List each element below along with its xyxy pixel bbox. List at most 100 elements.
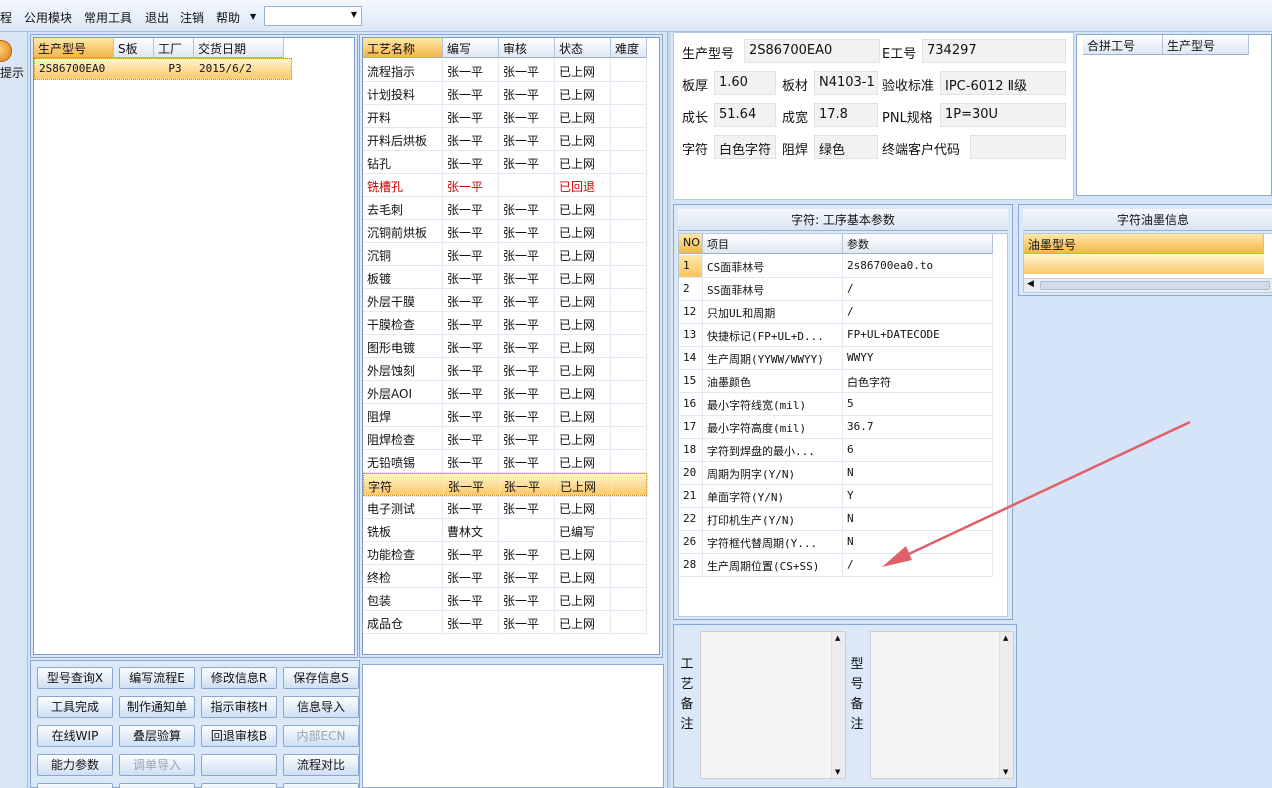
notes-scrollbar[interactable]: ▲ ▼ [831,632,845,778]
table-row[interactable]: 12 只加UL和周期 / [679,301,993,324]
ink-hscrollbar[interactable]: ◀ [1024,278,1272,292]
field-silkscreen[interactable]: 白色字符 [714,135,776,159]
field-length[interactable]: 51.64 [714,103,776,127]
param-col-header[interactable]: NO [679,234,703,254]
table-row[interactable]: 图形电镀 张一平 张一平 已上网 [363,335,647,358]
merge-col-header[interactable]: 合拼工号 [1083,35,1163,55]
table-row[interactable]: 沉铜前烘板 张一平 张一平 已上网 [363,220,647,243]
table-row[interactable]: 1 CS面菲林号 2s86700ea0.to [679,255,993,278]
process-notes-textarea[interactable]: ▲ ▼ [700,631,846,779]
table-row[interactable]: 17 最小字符高度(mil) 36.7 [679,416,993,439]
table-row[interactable]: 电子测试 张一平 张一平 已上网 [363,496,647,519]
notes-scrollbar[interactable]: ▲ ▼ [999,632,1013,778]
action-button[interactable]: 叠层验算 [119,725,195,747]
table-row[interactable]: 外层干膜 张一平 张一平 已上网 [363,289,647,312]
action-button[interactable]: 工具完成 [37,696,113,718]
ink-row[interactable] [1024,254,1264,274]
menu-item-exit[interactable]: 退出 [145,9,169,26]
table-row[interactable]: 外层AOI 张一平 张一平 已上网 [363,381,647,404]
scroll-down-icon[interactable]: ▼ [1003,768,1008,776]
table-row[interactable]: 字符 张一平 张一平 已上网 [363,473,648,497]
order-grid[interactable]: 生产型号 S板 工厂 交货日期 2S86700EA0 P3 2015/6/2 [33,37,355,655]
action-button[interactable]: 流程对比 [283,754,359,776]
table-row[interactable]: 2S86700EA0 P3 2015/6/2 [34,58,292,80]
action-button[interactable]: 修改信息R [201,667,277,689]
table-row[interactable]: 18 字符到焊盘的最小... 6 [679,439,993,462]
menu-item-tools[interactable]: 常用工具 [84,9,132,26]
splitter[interactable] [667,32,671,788]
table-row[interactable]: 15 油墨颜色 白色字符 [679,370,993,393]
field-model[interactable]: 2S86700EA0 [744,39,880,63]
field-acceptance[interactable]: IPC-6012 Ⅱ级 [940,71,1066,95]
order-col-header[interactable]: 生产型号 [34,38,114,58]
action-button[interactable]: 信息导入 [283,696,359,718]
field-thickness[interactable]: 1.60 [714,71,776,95]
table-row[interactable]: 21 单面字符(Y/N) Y [679,485,993,508]
action-button[interactable]: 型号查询X [37,667,113,689]
menu-combo-box[interactable]: ▼ [264,6,362,26]
menu-item-logout[interactable]: 注销 [180,9,204,26]
process-col-header[interactable]: 状态 [555,38,611,58]
ink-col-header[interactable]: 油墨型号 [1024,234,1264,254]
table-row[interactable]: 14 生产周期(YYWW/WWYY) WWYY [679,347,993,370]
model-notes-textarea[interactable]: ▲ ▼ [870,631,1014,779]
action-button[interactable]: 编写流程E [119,667,195,689]
param-grid[interactable]: NO 项目 参数 1 CS面菲林号 2s86700ea0.to 2 SS面菲林号/12 只加UL… [678,233,1008,617]
scroll-up-icon[interactable]: ▲ [1003,634,1008,642]
field-e-number[interactable]: 734297 [922,39,1066,63]
table-row[interactable]: 包装 张一平 张一平 已上网 [363,588,647,611]
order-col-header[interactable]: 交货日期 [194,38,284,58]
action-button[interactable]: 制作通知单 [119,696,195,718]
action-button[interactable] [201,754,277,776]
table-row[interactable]: 成品仓 张一平 张一平 已上网 [363,611,647,634]
process-col-header[interactable]: 难度 [611,38,647,58]
output-area[interactable] [362,664,664,788]
table-row[interactable]: 计划投料 张一平 张一平 已上网 [363,82,647,105]
action-button[interactable] [283,783,359,788]
menu-dropdown-icon[interactable]: ▼ [250,12,256,21]
process-col-header[interactable]: 审核 [499,38,555,58]
scroll-left-icon[interactable]: ◀ [1027,279,1034,289]
table-row[interactable]: 铣槽孔 张一平 已回退 [363,174,647,197]
table-row[interactable]: 终检 张一平 张一平 已上网 [363,565,647,588]
table-row[interactable]: 20 周期为阴字(Y/N) N [679,462,993,485]
warning-icon[interactable] [0,40,12,62]
scroll-down-icon[interactable]: ▼ [835,768,840,776]
menu-item-common-modules[interactable]: 公用模块 [24,9,72,26]
action-button[interactable]: 回退审核B [201,725,277,747]
table-row[interactable]: 钻孔 张一平 张一平 已上网 [363,151,647,174]
chevron-down-icon[interactable]: ▼ [351,10,357,19]
table-row[interactable]: 阻焊 张一平 张一平 已上网 [363,404,647,427]
action-button[interactable] [37,783,113,788]
process-col-header[interactable]: 编写 [443,38,499,58]
table-row[interactable]: 16 最小字符线宽(mil) 5 [679,393,993,416]
field-width[interactable]: 17.8 [814,103,878,127]
table-row[interactable]: 铣板 曹林文 已编写 [363,519,647,542]
action-button[interactable]: 在线WIP [37,725,113,747]
table-row[interactable]: 2 SS面菲林号 / [679,278,993,301]
merge-col-header[interactable]: 生产型号 [1163,35,1249,55]
table-row[interactable]: 功能检查 张一平 张一平 已上网 [363,542,647,565]
table-row[interactable]: 26 字符框代替周期(Y... N [679,531,993,554]
order-col-header[interactable]: 工厂 [154,38,194,58]
field-end-customer[interactable] [970,135,1066,159]
field-pnl-spec[interactable]: 1P=30U [940,103,1066,127]
param-col-header[interactable]: 参数 [843,234,993,254]
table-row[interactable]: 去毛刺 张一平 张一平 已上网 [363,197,647,220]
table-row[interactable]: 无铅喷锡 张一平 张一平 已上网 [363,450,647,473]
scroll-thumb[interactable] [1040,281,1270,290]
menu-item-process[interactable]: 程 [0,9,12,26]
param-col-header[interactable]: 项目 [703,234,843,254]
table-row[interactable]: 外层蚀刻 张一平 张一平 已上网 [363,358,647,381]
table-row[interactable]: 板镀 张一平 张一平 已上网 [363,266,647,289]
action-button[interactable] [119,783,195,788]
ink-grid[interactable]: 油墨型号 ◀ [1023,233,1272,293]
action-button[interactable] [201,783,277,788]
field-soldermask[interactable]: 绿色 [814,135,878,159]
action-button[interactable]: 能力参数 [37,754,113,776]
process-col-header[interactable]: 工艺名称 [363,38,443,58]
table-row[interactable]: 沉铜 张一平 张一平 已上网 [363,243,647,266]
scroll-up-icon[interactable]: ▲ [835,634,840,642]
action-button[interactable]: 保存信息S [283,667,359,689]
action-button[interactable]: 指示审核H [201,696,277,718]
